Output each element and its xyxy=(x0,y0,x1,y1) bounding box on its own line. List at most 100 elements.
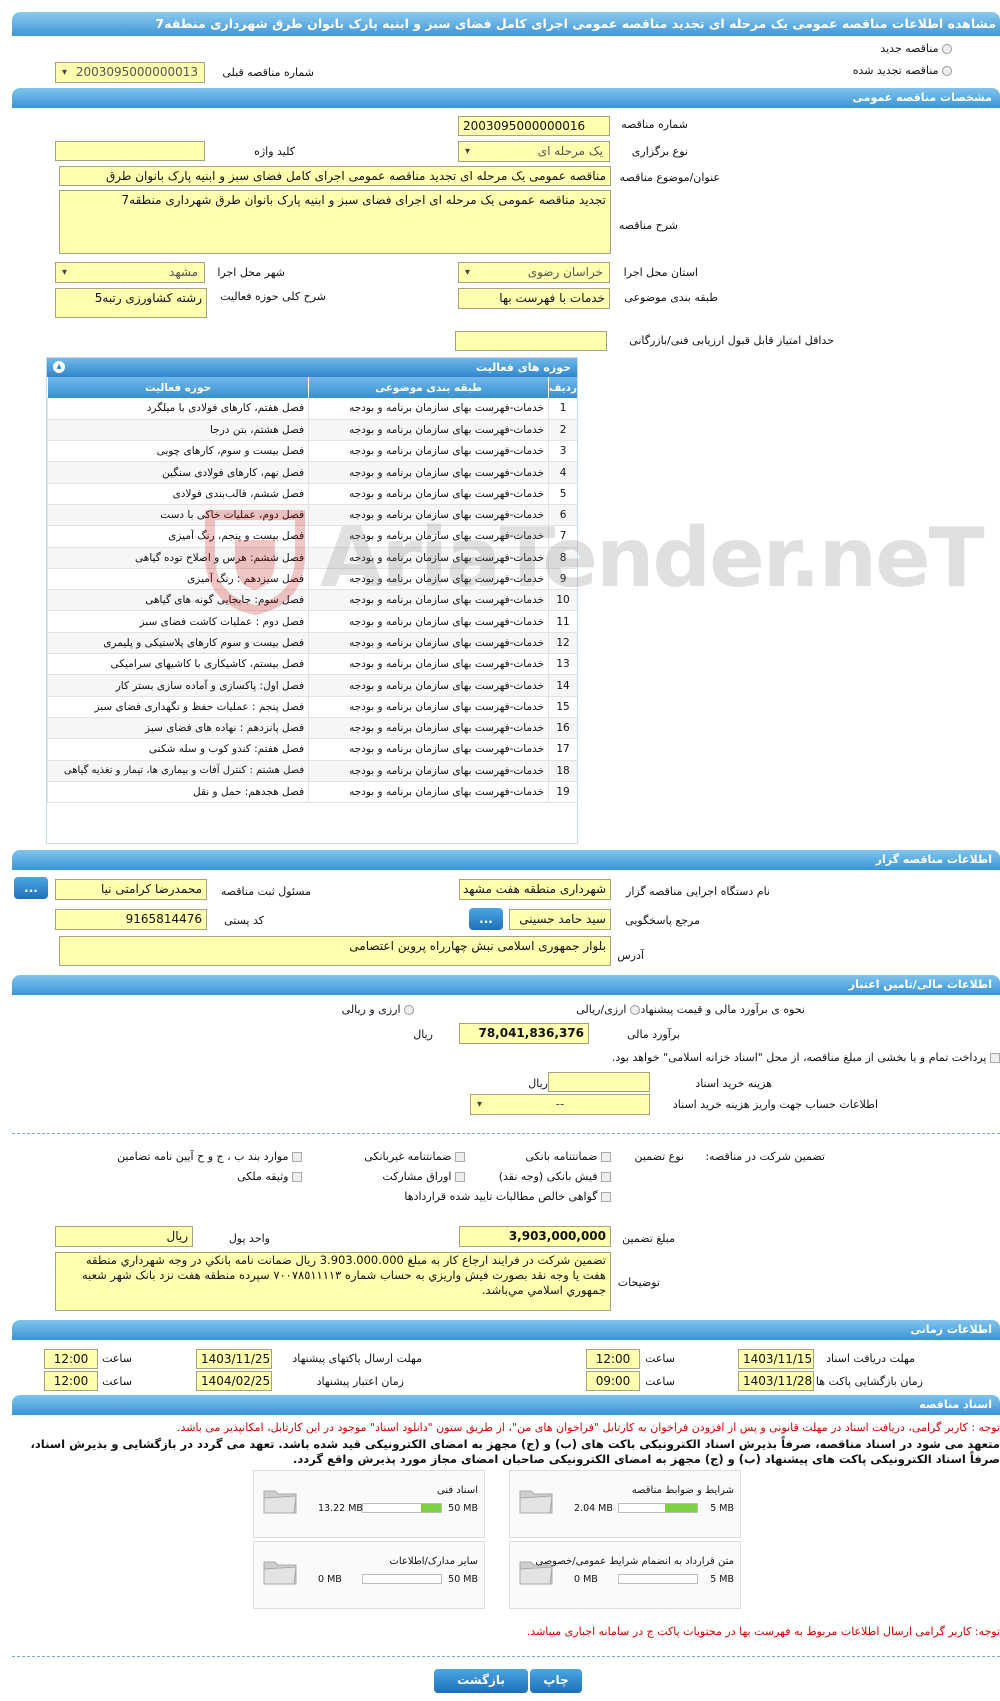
guarantee-property[interactable]: وثیقه ملکی xyxy=(237,1170,302,1183)
cell-field: فصل هشتم : کنترل آفات و بیماری ها، تیمار… xyxy=(46,760,309,782)
open-time-label: ساعت xyxy=(645,1375,675,1388)
doc-max-size: 5 MB xyxy=(710,1503,734,1514)
doc-name: متن قرارداد به انضمام شرایط عمومی/خصوصی xyxy=(535,1556,734,1567)
keyword-field[interactable] xyxy=(55,141,205,161)
open-label: زمان بازگشایی پاکت ها xyxy=(815,1375,923,1388)
doc-name: شرایط و ضوابط مناقصه xyxy=(631,1485,734,1496)
cell-cat: خدمات-فهرست بهای سازمان برنامه و بودجه xyxy=(308,738,549,761)
valid-time: 12:00 xyxy=(44,1371,98,1391)
prev-number-label: شماره مناقصه قبلی xyxy=(222,66,314,79)
number-label: شماره مناقصه xyxy=(621,118,688,131)
type-label: نوع برگزاری xyxy=(631,145,688,158)
doc-cost-field xyxy=(548,1072,650,1092)
cell-cat: خدمات-فهرست بهای سازمان برنامه و بودجه xyxy=(308,483,549,505)
guarantee-claims[interactable]: گواهی خالص مطالبات تایید شده قراردادها xyxy=(404,1190,611,1203)
doc-name: سایر مدارک/اطلاعات xyxy=(389,1556,478,1567)
send-label: مهلت ارسال پاکتهای پیشنهاد xyxy=(292,1352,422,1365)
collapse-icon[interactable]: ▴ xyxy=(53,361,65,373)
cell-cat: خدمات-فهرست بهای سازمان برنامه و بودجه xyxy=(308,525,549,548)
treasury-label: پرداخت تمام و یا بخشی از مبلغ مناقصه، از… xyxy=(611,1051,987,1064)
chevron-down-icon: ▾ xyxy=(62,67,68,78)
cell-cat: خدمات-فهرست بهای سازمان برنامه و بودجه xyxy=(308,568,549,591)
table-row: 8 خدمات-فهرست بهای سازمان برنامه و بودجه ف… xyxy=(46,547,577,569)
amount-label: مبلغ تضمین xyxy=(622,1232,675,1245)
guarantee-bank[interactable]: ضمانتنامه بانکی xyxy=(525,1150,611,1163)
cell-cat: خدمات-فهرست بهای سازمان برنامه و بودجه xyxy=(308,632,549,655)
estimate-label: برآورد مالی xyxy=(627,1028,680,1041)
doc-box[interactable]: شرایط و ضوابط مناقصه 5 MB 2.04 MB xyxy=(509,1470,741,1538)
back-button[interactable]: بازگشت xyxy=(434,1669,528,1693)
doc-box[interactable]: سایر مدارک/اطلاعات 50 MB 0 MB xyxy=(253,1541,485,1609)
timing-header: اطلاعات زمانی xyxy=(12,1320,1000,1340)
scope-label: شرح کلی حوزه فعالیت xyxy=(220,290,326,303)
table-row: 19 خدمات-فهرست بهای سازمان برنامه و بودجه… xyxy=(46,781,577,804)
city-value: مشهد xyxy=(169,265,198,279)
guarantee-cash[interactable]: فیش بانکی (وجه نقد) xyxy=(499,1170,611,1183)
recv-label: مهلت دریافت اسناد xyxy=(826,1352,915,1365)
cell-cat: خدمات-فهرست بهای سازمان برنامه و بودجه xyxy=(308,674,549,697)
print-button[interactable]: چاپ xyxy=(530,1669,582,1693)
renewed-tender-radio[interactable]: مناقصه تجدید شده xyxy=(853,64,952,77)
desc-label: شرح مناقصه xyxy=(618,219,678,232)
city-label: شهر محل اجرا xyxy=(217,266,285,279)
general-header: مشخصات مناقصه عمومی xyxy=(12,88,1000,108)
method-option-currency-or-rial[interactable]: ارزی/ریالی xyxy=(576,1003,640,1016)
finance-header: اطلاعات مالی/تامین اعتبار xyxy=(12,975,1000,995)
cell-num: 10 xyxy=(548,589,577,612)
addr-field: بلوار جمهوری اسلامی نبش چهارراه پروین اع… xyxy=(59,936,611,966)
cell-num: 5 xyxy=(548,483,577,505)
ref-lookup-button[interactable]: ... xyxy=(469,908,503,930)
recv-time: 12:00 xyxy=(586,1349,640,1369)
type-select[interactable]: یک مرحله ای ▾ xyxy=(458,141,610,162)
doc-acct-select[interactable]: -- ▾ xyxy=(470,1094,650,1115)
guarantee-claims-label: گواهی خالص مطالبات تایید شده قراردادها xyxy=(404,1190,598,1203)
province-select[interactable]: خراسان رضوی ▾ xyxy=(458,262,610,283)
table-row: 11 خدمات-فهرست بهای سازمان برنامه و بودجه… xyxy=(46,610,577,633)
cell-field: فصل دوم، عملیات خاکی با دست xyxy=(46,504,309,527)
treasury-row[interactable]: پرداخت تمام و یا بخشی از مبلغ مناقصه، از… xyxy=(612,1051,1000,1064)
resp-lookup-button[interactable]: ... xyxy=(14,877,48,899)
postal-field: 9165814476 xyxy=(55,909,207,930)
cell-num: 16 xyxy=(548,717,577,740)
cell-field: فصل اول: پاکسازی و آماده سازی بستر کار xyxy=(46,674,309,697)
docs-note-2b: صرفاً اسناد الکترونیکی پاکت های پیشنهاد … xyxy=(293,1452,1000,1466)
cell-field: فصل پانزدهم : نهاده های فضای سبز xyxy=(46,717,309,740)
guarantee-other[interactable]: موارد بند ب ، ج و ح آیین نامه تضامین xyxy=(117,1150,302,1163)
folder-icon xyxy=(519,1490,553,1514)
cell-num: 19 xyxy=(548,781,577,804)
cell-cat: خدمات-فهرست بهای سازمان برنامه و بودجه xyxy=(308,610,549,633)
city-select[interactable]: مشهد ▾ xyxy=(55,262,205,283)
province-value: خراسان رضوی xyxy=(527,265,603,279)
doc-progress-bar xyxy=(362,1574,442,1584)
scope-field: رشته کشاورزی رتبه5 xyxy=(55,288,207,318)
table-row: 16 خدمات-فهرست بهای سازمان برنامه و بودجه… xyxy=(46,717,577,740)
ref-label: مرجع پاسخگویی xyxy=(625,914,700,927)
doc-max-size: 50 MB xyxy=(448,1574,478,1585)
guarantee-nonbank[interactable]: ضمانتنامه غیربانکی xyxy=(364,1150,465,1163)
radio-icon xyxy=(942,44,952,54)
prev-number-select[interactable]: 2003095000000013 ▾ xyxy=(55,62,205,83)
cell-cat: خدمات-فهرست بهای سازمان برنامه و بودجه xyxy=(308,760,549,782)
addr-label: آدرس xyxy=(617,949,644,962)
guarantee-property-label: وثیقه ملکی xyxy=(237,1170,289,1183)
valid-date: 1404/02/25 xyxy=(196,1371,272,1391)
new-tender-radio[interactable]: مناقصه جدید xyxy=(880,42,952,55)
doc-box[interactable]: متن قرارداد به انضمام شرایط عمومی/خصوصی 5… xyxy=(509,1541,741,1609)
amount-field: 3,903,000,000 xyxy=(459,1226,611,1247)
table-row: 4 خدمات-فهرست بهای سازمان برنامه و بودجه ف… xyxy=(46,461,577,484)
folder-icon xyxy=(263,1561,297,1585)
cell-num: 9 xyxy=(548,568,577,591)
doc-size: 0 MB xyxy=(574,1574,598,1585)
method-option-currency-and-rial[interactable]: ارزی و ریالی xyxy=(342,1003,414,1016)
notes-field: تضمین شرکت در فرايند ارجاع کار به مبلغ 3… xyxy=(55,1252,611,1311)
doc-acct-label: اطلاعات حساب جهت واریز هزینه خرید اسناد xyxy=(672,1098,878,1111)
guarantee-bonds[interactable]: اوراق مشارکت xyxy=(382,1170,465,1183)
unit-field: ریال xyxy=(55,1226,193,1247)
ref-field: سید حامد حسینی xyxy=(509,909,611,930)
doc-cost-unit: ریال xyxy=(528,1077,548,1090)
category-field: خدمات با فهرست بها xyxy=(458,288,610,309)
cell-cat: خدمات-فهرست بهای سازمان برنامه و بودجه xyxy=(308,547,549,569)
send-time-label: ساعت xyxy=(102,1352,132,1365)
doc-box[interactable]: اسناد فنی 50 MB 13.22 MB xyxy=(253,1470,485,1538)
guarantee-nonbank-label: ضمانتنامه غیربانکی xyxy=(364,1150,452,1163)
